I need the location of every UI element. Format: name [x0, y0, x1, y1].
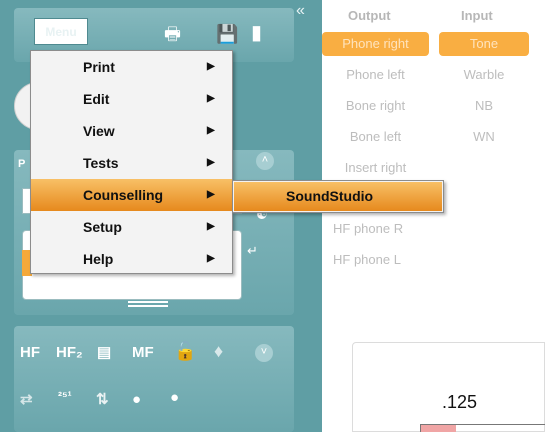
output-item-hf-phone-l[interactable]: HF phone L [322, 248, 429, 272]
collapse-panel-icon[interactable]: « [296, 2, 305, 20]
submenu-arrow-icon: ▶ [207, 157, 215, 168]
submenu-arrow-icon: ▶ [207, 93, 215, 104]
menu-item-label: Setup [83, 219, 122, 235]
menu-item-edit[interactable]: Edit ▶ [31, 83, 232, 115]
section-label: P [18, 158, 26, 170]
output-item-phone-right[interactable]: Phone right [322, 32, 429, 56]
menu-item-print[interactable]: Print ▶ [31, 51, 232, 83]
panel-splitter[interactable] [128, 301, 168, 307]
swap-icon[interactable]: ⇄ [20, 392, 33, 407]
input-item-warble[interactable]: Warble [439, 63, 529, 87]
output-item-bone-left[interactable]: Bone left [322, 125, 429, 149]
output-header: Output [348, 8, 391, 23]
audiogram-panel[interactable] [352, 342, 545, 432]
graph-marker [420, 425, 456, 432]
tools-panel [14, 326, 294, 432]
sort-icon[interactable]: ⇅ [96, 392, 109, 407]
main-menu: Print ▶ Edit ▶ View ▶ Tests ▶ Counsellin… [30, 50, 233, 274]
input-item-nb[interactable]: NB [439, 94, 529, 118]
masking-a-icon[interactable]: ● [170, 390, 179, 405]
submenu-arrow-icon: ▶ [207, 189, 215, 200]
screen-icon[interactable]: ▤ [97, 345, 111, 360]
collapse-up-icon[interactable]: ˄ [256, 152, 274, 170]
fraction-icon[interactable]: ²⁵¹ [58, 390, 72, 402]
menu-item-label: View [83, 123, 115, 139]
menu-item-label: Print [83, 59, 115, 75]
exit-icon[interactable]: ▮ [251, 23, 262, 43]
masking-icon[interactable]: ● [132, 392, 141, 407]
menu-item-label: Tests [83, 155, 119, 171]
output-item-insert-right[interactable]: Insert right [322, 156, 429, 180]
submenu-arrow-icon: ▶ [207, 61, 215, 72]
menu-item-view[interactable]: View ▶ [31, 115, 232, 147]
output-item-hf-phone-r[interactable]: HF phone R [322, 217, 429, 241]
submenu-arrow-icon: ▶ [207, 253, 215, 264]
hfz-icon[interactable]: HF₂ [56, 345, 83, 360]
menu-item-label: Counselling [83, 187, 164, 203]
output-item-bone-right[interactable]: Bone right [322, 94, 429, 118]
puzzle-icon[interactable]: ♦ [214, 342, 223, 360]
print-icon[interactable]: 🖶 [164, 25, 181, 43]
hf-icon[interactable]: HF [20, 345, 40, 360]
submenu-arrow-icon: ▶ [207, 125, 215, 136]
menu-item-help[interactable]: Help ▶ [31, 243, 232, 275]
save-icon[interactable]: 💾 [216, 25, 238, 43]
input-item-tone[interactable]: Tone [439, 32, 529, 56]
submenu-arrow-icon: ▶ [207, 221, 215, 232]
menu-item-counselling[interactable]: Counselling ▶ [31, 179, 232, 211]
mf-icon[interactable]: MF [132, 345, 154, 360]
output-item-phone-left[interactable]: Phone left [322, 63, 429, 87]
transfer-icon[interactable]: ↵ [247, 243, 258, 259]
input-header: Input [461, 8, 493, 23]
menu-item-setup[interactable]: Setup ▶ [31, 211, 232, 243]
menu-button[interactable]: Menu [34, 18, 88, 45]
menu-item-label: Edit [83, 91, 110, 107]
menu-item-label: Help [83, 251, 114, 267]
expand-down-icon[interactable]: ˅ [255, 344, 273, 362]
counselling-submenu: SoundStudio [232, 180, 444, 213]
lock-icon[interactable]: 🔓 [174, 342, 196, 360]
submenu-item-soundstudio[interactable]: SoundStudio [234, 182, 442, 211]
frequency-label: .125 [442, 392, 478, 412]
input-item-wn[interactable]: WN [439, 125, 529, 149]
menu-item-tests[interactable]: Tests ▶ [31, 147, 232, 179]
